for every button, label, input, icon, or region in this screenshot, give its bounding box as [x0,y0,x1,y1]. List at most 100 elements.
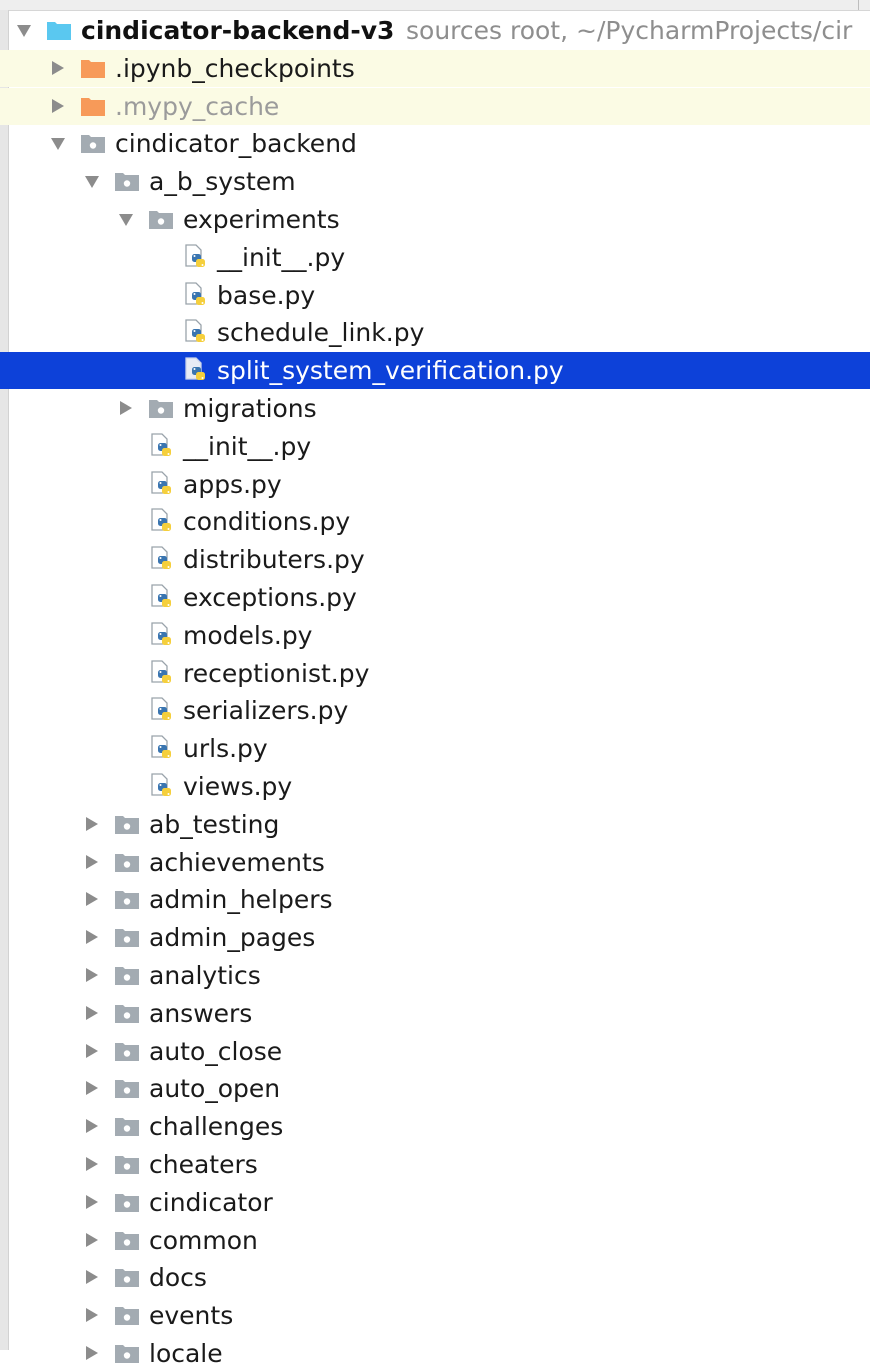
tree-item-label: schedule_link.py [217,318,425,347]
tree-item-label: common [149,1226,258,1255]
tree-folder-ab-testing[interactable]: ab_testing [0,806,870,843]
python-file-icon [150,471,176,495]
python-file-icon [150,508,176,532]
expand-arrow-right-icon[interactable] [82,1108,102,1145]
python-file-icon [150,584,176,608]
expand-arrow-right-icon[interactable] [48,50,68,87]
package-folder-icon [114,813,140,837]
tree-folder-cindicator-backend[interactable]: cindicator_backend [0,125,870,162]
tree-file-serializers-py[interactable]: serializers.py [0,692,870,729]
tree-folder-locale[interactable]: locale [0,1335,870,1372]
expand-arrow-right-icon[interactable] [82,844,102,881]
tree-item-label: cindicator [149,1188,273,1217]
expand-arrow-right-icon[interactable] [82,1146,102,1183]
expand-arrow-down-icon[interactable] [116,201,136,238]
excluded-folder-icon [80,57,106,81]
package-folder-icon [114,1229,140,1253]
tree-item-label: .mypy_cache [115,92,280,121]
tree-item-label: challenges [149,1112,284,1141]
python-file-icon [184,282,210,306]
tree-item-label: cheaters [149,1150,258,1179]
expand-arrow-right-icon[interactable] [116,390,136,427]
tree-item-label: answers [149,999,253,1028]
tree-file-views-py[interactable]: views.py [0,768,870,805]
root-path-hint: sources root, ~/PycharmProjects/cir [406,16,853,45]
tree-item-label: docs [149,1263,207,1292]
expand-arrow-right-icon[interactable] [82,806,102,843]
tree-folder-cheaters[interactable]: cheaters [0,1146,870,1183]
expand-arrow-down-icon[interactable] [82,163,102,200]
tree-file-split-system-verification-py[interactable]: split_system_verification.py [0,352,870,389]
tree-item-label: events [149,1301,234,1330]
expand-arrow-right-icon[interactable] [82,995,102,1032]
expand-arrow-right-icon[interactable] [82,881,102,918]
package-folder-icon [114,1077,140,1101]
tree-file-schedule-link-py[interactable]: schedule_link.py [0,314,870,351]
expand-arrow-right-icon[interactable] [82,1222,102,1259]
package-folder-icon [114,1304,140,1328]
tree-item-label: apps.py [183,470,282,499]
tree-folder-events[interactable]: events [0,1297,870,1334]
tree-file-urls-py[interactable]: urls.py [0,730,870,767]
expand-arrow-right-icon[interactable] [82,1335,102,1372]
tree-folder-experiments[interactable]: experiments [0,201,870,238]
package-folder-icon [114,1266,140,1290]
tree-item-label: migrations [183,394,317,423]
tree-file-apps-py[interactable]: apps.py [0,466,870,503]
panel-divider [858,0,859,10]
tree-folder-challenges[interactable]: challenges [0,1108,870,1145]
expand-arrow-right-icon[interactable] [82,1259,102,1296]
expand-arrow-right-icon[interactable] [82,957,102,994]
tree-file-receptionist-py[interactable]: receptionist.py [0,655,870,692]
expand-arrow-right-icon[interactable] [82,919,102,956]
python-file-icon [184,244,210,268]
tree-folder-cindicator[interactable]: cindicator [0,1184,870,1221]
package-folder-icon [148,208,174,232]
tree-item-label: analytics [149,961,261,990]
package-folder-icon [114,1153,140,1177]
tree-folder-auto-close[interactable]: auto_close [0,1033,870,1070]
tree-folder-mypy-cache[interactable]: .mypy_cache [0,88,870,125]
tree-file-conditions-py[interactable]: conditions.py [0,503,870,540]
expand-arrow-right-icon[interactable] [82,1297,102,1334]
tree-folder-migrations[interactable]: migrations [0,390,870,427]
tree-file-models-py[interactable]: models.py [0,617,870,654]
package-folder-icon [114,964,140,988]
tree-file-init-py[interactable]: __init__.py [0,239,870,276]
tree-folder-docs[interactable]: docs [0,1259,870,1296]
python-file-icon [150,660,176,684]
tree-folder-achievements[interactable]: achievements [0,844,870,881]
package-folder-icon [114,851,140,875]
expand-arrow-right-icon[interactable] [82,1184,102,1221]
tree-folder-analytics[interactable]: analytics [0,957,870,994]
tree-folder-admin-helpers[interactable]: admin_helpers [0,881,870,918]
root-folder-icon [46,19,72,43]
package-folder-icon [80,132,106,156]
package-folder-icon [114,888,140,912]
tree-item-label: exceptions.py [183,583,357,612]
package-folder-icon [114,1191,140,1215]
tree-item-label: a_b_system [149,167,296,196]
tree-item-label: urls.py [183,734,268,763]
tree-folder-common[interactable]: common [0,1222,870,1259]
tree-item-label: experiments [183,205,340,234]
expand-arrow-right-icon[interactable] [82,1070,102,1107]
expand-arrow-right-icon[interactable] [82,1033,102,1070]
tree-folder-a-b-system[interactable]: a_b_system [0,163,870,200]
tree-folder-auto-open[interactable]: auto_open [0,1070,870,1107]
tree-file-distributers-py[interactable]: distributers.py [0,541,870,578]
tree-item-label: auto_open [149,1074,281,1103]
tree-item-label: ab_testing [149,810,280,839]
tree-folder-cindicator-backend-v3[interactable]: cindicator-backend-v3 sources root, ~/Pyc… [0,12,870,49]
tree-folder-answers[interactable]: answers [0,995,870,1032]
expand-arrow-down-icon[interactable] [48,125,68,162]
expand-arrow-right-icon[interactable] [48,88,68,125]
python-file-icon [150,433,176,457]
tree-file-exceptions-py[interactable]: exceptions.py [0,579,870,616]
tree-item-label: admin_helpers [149,885,333,914]
expand-arrow-down-icon[interactable] [14,12,34,49]
tree-file-init-py[interactable]: __init__.py [0,428,870,465]
tree-file-base-py[interactable]: base.py [0,277,870,314]
tree-folder-ipynb-checkpoints[interactable]: .ipynb_checkpoints [0,50,870,87]
tree-folder-admin-pages[interactable]: admin_pages [0,919,870,956]
